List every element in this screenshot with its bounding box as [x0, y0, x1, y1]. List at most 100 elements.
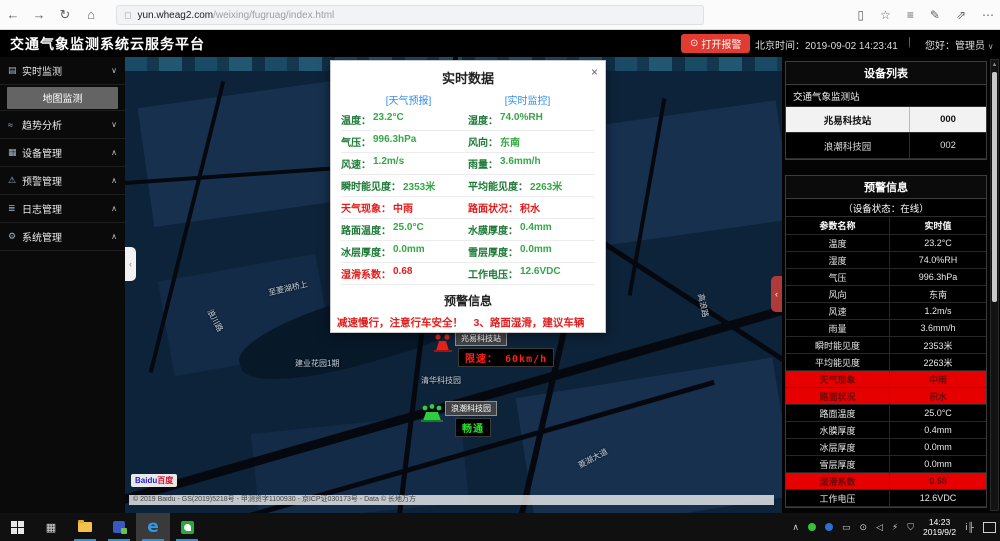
param-value: 中雨: [890, 371, 986, 387]
sidebar-subitem-map-monitor[interactable]: 地图监测: [7, 87, 118, 109]
right-scrollbar[interactable]: ▲: [990, 59, 999, 511]
warning-table-row: 天气现象 中雨: [786, 371, 986, 388]
param-name: 雨量: [786, 320, 890, 336]
tray-magnifier-icon[interactable]: ⊙: [859, 522, 867, 533]
hub-icon[interactable]: ≡: [907, 8, 914, 22]
warning-table-row: 湿度 74.0%RH: [786, 252, 986, 269]
map-block: [588, 100, 782, 245]
param-name: 工作电压: [786, 490, 890, 506]
device-list-panel: 设备列表 交通气象监测站 兆易科技站 000 浪潮科技园 002: [785, 61, 987, 160]
param-value: 0.0mm: [393, 244, 425, 259]
sidebar-item-warning-mgmt[interactable]: ⚠ 预警管理 ∧: [0, 167, 125, 195]
sidebar-item-device-mgmt[interactable]: ▦ 设备管理 ∧: [0, 139, 125, 167]
modal-data-row: 温度： 23.2°C 湿度： 74.0%RH: [341, 109, 595, 131]
device-list-title: 设备列表: [786, 62, 986, 85]
blue-app-icon: [113, 521, 125, 533]
param-label: 湿度：: [468, 112, 498, 127]
map-block: [516, 358, 782, 513]
edge-browser-button[interactable]: e: [136, 513, 170, 541]
right-panel-area: 设备列表 交通气象监测站 兆易科技站 000 浪潮科技园 002 预警信息 （设…: [782, 57, 1000, 513]
back-icon[interactable]: ←: [0, 7, 26, 22]
param-name: 瞬时能见度: [786, 337, 890, 353]
map-street-label: 清华科技园: [421, 375, 461, 386]
more-icon[interactable]: ⋯: [982, 8, 994, 22]
favorites-star-icon[interactable]: ☆: [880, 8, 891, 22]
station-icon-red: [433, 333, 453, 353]
address-bar[interactable]: ◻ yun.wheag2.com /weixing/fugruag/index.…: [116, 5, 704, 25]
tray-usb-icon[interactable]: ⚡: [892, 522, 898, 533]
reading-view-icon[interactable]: ▯: [857, 8, 864, 22]
windows-taskbar: ▦ e ∧ ▭ ⊙ ◁ ⚡ ⛉ 14:23 2019/9/2 ⅰ╟: [0, 513, 1000, 541]
param-value: 12.6VDC: [520, 266, 561, 281]
tray-chevron-icon[interactable]: ∧: [792, 522, 799, 533]
user-menu[interactable]: 您好：管理员 ∨: [925, 37, 994, 52]
home-icon[interactable]: ⌂: [78, 7, 104, 22]
col-realtime-value: 实时值: [890, 217, 986, 234]
param-value: 东南: [500, 134, 520, 149]
param-name: 雪层厚度: [786, 456, 890, 472]
refresh-icon[interactable]: ↻: [52, 7, 78, 23]
weather-forecast-link[interactable]: [天气预报]: [386, 92, 432, 107]
sidebar-item-log-mgmt[interactable]: ≣ 日志管理 ∧: [0, 195, 125, 223]
modal-data-row: 天气现象： 中雨 路面状况： 积水: [341, 197, 595, 219]
sidebar-item-realtime-monitor[interactable]: ▤ 实时监测 ∨: [0, 57, 125, 85]
input-method-icon[interactable]: ⅰ╟: [965, 522, 974, 533]
param-value: 996.3hPa: [373, 134, 416, 149]
open-alarm-button[interactable]: ⊙ 打开报警: [681, 34, 750, 53]
marker-label-green[interactable]: 浪潮科技园: [445, 401, 497, 416]
param-name: 天气现象: [786, 371, 890, 387]
clock[interactable]: 14:23 2019/9/2: [923, 517, 956, 537]
alarm-icon: ⊙: [690, 38, 698, 49]
sidebar-collapse-handle[interactable]: ‹: [125, 247, 136, 281]
map-marker-station-green[interactable]: [421, 403, 443, 428]
green-app-button[interactable]: [170, 513, 204, 541]
task-view-button[interactable]: ▦: [34, 513, 68, 541]
close-icon[interactable]: ×: [591, 65, 598, 79]
param-name: 路面温度: [786, 405, 890, 421]
device-row[interactable]: 浪潮科技园 002: [786, 133, 986, 159]
chart-icon: ≈: [8, 120, 22, 130]
sidebar-item-system-mgmt[interactable]: ⚙ 系统管理 ∧: [0, 223, 125, 251]
realtime-video-link[interactable]: [实时监控]: [505, 92, 551, 107]
tray-green-icon[interactable]: [808, 523, 816, 531]
map-marker-station-red[interactable]: [433, 333, 453, 358]
warning-table-row: 风速 1.2m/s: [786, 303, 986, 320]
warning-table-row: 路面状况 积水: [786, 388, 986, 405]
log-icon: ≣: [8, 203, 22, 214]
device-group-label[interactable]: 交通气象监测站: [786, 85, 986, 107]
start-button[interactable]: [0, 513, 34, 541]
action-center-icon[interactable]: [983, 522, 996, 533]
warning-table-row: 风向 东南: [786, 286, 986, 303]
blue-app-button[interactable]: [102, 513, 136, 541]
param-label: 雪层厚度：: [468, 244, 518, 259]
param-name: 风向: [786, 286, 890, 302]
param-label: 路面状况：: [468, 200, 518, 215]
param-value: 0.4mm: [520, 222, 552, 237]
param-value: 中雨: [393, 200, 413, 215]
rightbar-collapse-handle[interactable]: ‹: [771, 276, 782, 312]
param-name: 湿度: [786, 252, 890, 268]
param-name: 路面状况: [786, 388, 890, 404]
param-value: 23.2°C: [890, 235, 986, 251]
device-code: 002: [910, 133, 986, 158]
param-value: 东南: [890, 286, 986, 302]
file-explorer-button[interactable]: [68, 513, 102, 541]
map-attribution: © 2019 Baidu - GS(2019)5218号 - 甲测资字11009…: [129, 495, 774, 505]
scroll-up-icon[interactable]: ▲: [991, 60, 998, 70]
tray-battery-icon[interactable]: ▭: [842, 522, 851, 533]
tray-blue-icon[interactable]: [825, 523, 833, 531]
browser-toolbar: ← → ↻ ⌂ ◻ yun.wheag2.com /weixing/fugrua…: [0, 0, 1000, 30]
forward-icon[interactable]: →: [26, 7, 52, 22]
device-row[interactable]: 兆易科技站 000: [786, 107, 986, 133]
warning-table-row: 冰层厚度 0.0mm: [786, 439, 986, 456]
app-header: 交通气象监测系统云服务平台 ⊙ 打开报警 北京时间：2019-09-02 14:…: [0, 30, 1000, 57]
param-value: 23.2°C: [373, 112, 404, 127]
share-icon[interactable]: ⇗: [956, 8, 966, 22]
marker-label-red[interactable]: 兆易科技站: [455, 331, 507, 346]
web-note-icon[interactable]: ✎: [930, 8, 940, 22]
scrollbar-thumb[interactable]: [992, 72, 997, 302]
tray-volume-icon[interactable]: ◁: [876, 522, 883, 533]
sidebar-item-trend-analysis[interactable]: ≈ 趋势分析 ∨: [0, 111, 125, 139]
tray-shield-icon[interactable]: ⛉: [907, 522, 914, 533]
param-label: 平均能见度：: [468, 178, 528, 193]
